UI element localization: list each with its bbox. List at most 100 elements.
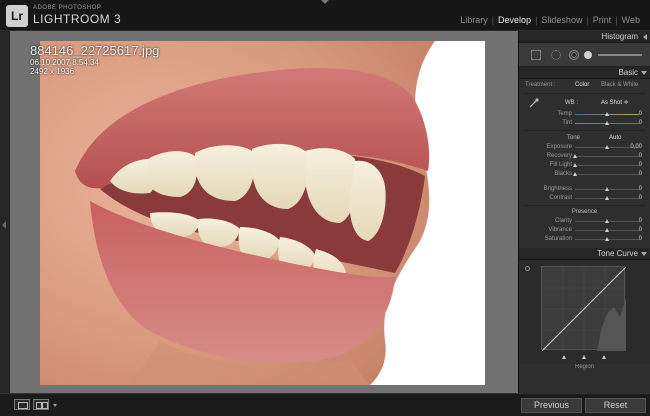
slider-knob[interactable] (605, 228, 609, 232)
wb-label: WB : (565, 100, 578, 106)
slider-knob[interactable] (605, 112, 609, 116)
slider-value[interactable]: 0 (639, 110, 642, 119)
slider-vibrance[interactable]: Vibrance 0 (519, 226, 650, 235)
slider-track[interactable] (575, 156, 639, 157)
slider-label: Clarity (554, 218, 572, 224)
slider-value[interactable]: 0 (639, 226, 642, 235)
slider-tint[interactable]: Tint 0 (519, 119, 650, 128)
slider-label: Contrast (549, 195, 572, 201)
slider-track[interactable] (575, 174, 639, 175)
slider-blacks[interactable]: Blacks 0 (519, 170, 650, 179)
auto-tone-button[interactable]: Auto (609, 133, 621, 143)
mouth-photo (40, 41, 485, 385)
basic-header[interactable]: Basic (519, 67, 650, 79)
loupe-view-button[interactable] (14, 399, 30, 410)
photo-info-overlay: 884146_22725617.jpg 06.10.2007 8:54:34 2… (30, 43, 159, 76)
slider-label: Recovery (546, 153, 572, 159)
slider-temp[interactable]: Temp 0 (519, 110, 650, 119)
slider-value[interactable]: 0 (639, 235, 642, 244)
slider-value[interactable]: 0 (639, 119, 642, 128)
lightroom-logo: Lr (6, 5, 28, 27)
slider-clarity[interactable]: Clarity 0 (519, 217, 650, 226)
slider-knob[interactable] (605, 196, 609, 200)
slider-value[interactable]: 0 (639, 194, 642, 203)
slider-exposure[interactable]: Exposure 0,00 (519, 143, 650, 152)
graduated-filter-icon[interactable] (584, 51, 592, 59)
histogram-collapse-icon[interactable] (643, 34, 647, 40)
slider-value[interactable]: 0 (639, 161, 642, 170)
spot-removal-icon[interactable] (551, 50, 561, 60)
photo-datetime: 06.10.2007 8:54:34 (30, 58, 99, 67)
histogram-header[interactable]: Histogram (519, 31, 650, 43)
brightness-sliders: Brightness 0 Contrast 0 (519, 185, 650, 203)
slider-knob[interactable] (605, 237, 609, 241)
slider-knob[interactable] (605, 121, 609, 125)
tone-curve-collapse-icon[interactable] (641, 252, 647, 256)
eyedropper-icon[interactable] (529, 98, 539, 108)
slider-value[interactable]: 0,00 (630, 143, 642, 152)
slider-recovery[interactable]: Recovery 0 (519, 152, 650, 161)
module-web[interactable]: Web (618, 15, 644, 25)
divider (523, 130, 646, 131)
module-develop[interactable]: Develop (494, 15, 535, 25)
slider-fill-light[interactable]: Fill Light 0 (519, 161, 650, 170)
histogram-title: Histogram (601, 32, 638, 41)
red-eye-icon[interactable] (569, 50, 579, 60)
slider-value[interactable]: 0 (639, 170, 642, 179)
adjustment-brush-icon[interactable] (598, 54, 642, 56)
slider-label: Brightness (543, 186, 572, 192)
basic-collapse-icon[interactable] (641, 71, 647, 75)
slider-knob[interactable] (573, 154, 577, 158)
top-bar: Lr ADOBE PHOTOSHOP LIGHTROOM 3 Library |… (0, 0, 650, 31)
treatment-bw-button[interactable]: Black & White (601, 79, 638, 91)
app-name: LIGHTROOM 3 (33, 12, 122, 26)
curve-split-knob-shadows[interactable] (562, 355, 566, 359)
tone-curve-header[interactable]: Tone Curve (519, 248, 650, 260)
curve-split-knob-midtones[interactable] (582, 355, 586, 359)
slider-label: Temp (557, 111, 572, 117)
region-title: Region (574, 364, 594, 370)
slider-label: Vibrance (548, 227, 572, 233)
curve-split-knob-highlights[interactable] (602, 355, 606, 359)
slider-knob[interactable] (573, 172, 577, 176)
treatment-label: Treatment : (525, 82, 556, 88)
slider-knob[interactable] (605, 145, 609, 149)
tool-strip (519, 43, 650, 67)
slider-value[interactable]: 0 (639, 185, 642, 194)
tone-sliders: Exposure 0,00 Recovery 0 Fill Light 0 Blacks 0 (519, 143, 650, 179)
tone-curve-graph[interactable] (541, 266, 627, 352)
before-after-view-button[interactable] (33, 399, 49, 410)
crop-tool-icon[interactable] (531, 50, 541, 60)
left-panel-collapsed (0, 31, 10, 393)
photo-preview[interactable] (40, 41, 485, 385)
slider-knob[interactable] (605, 187, 609, 191)
expand-left-panel-icon[interactable] (2, 221, 6, 229)
slider-knob[interactable] (573, 163, 577, 167)
target-adjust-icon[interactable] (525, 266, 530, 271)
tone-title: Tone (567, 135, 581, 141)
divider (523, 205, 646, 206)
module-slideshow[interactable]: Slideshow (537, 15, 586, 25)
treatment-color-button[interactable]: Color (575, 79, 589, 91)
slider-label: Exposure (546, 144, 572, 150)
tone-curve-line (541, 266, 627, 352)
slider-label: Blacks (554, 171, 572, 177)
module-picker: Library | Develop | Slideshow | Print | … (456, 15, 644, 25)
previous-button[interactable]: Previous (521, 398, 582, 413)
slider-saturation[interactable]: Saturation 0 (519, 235, 650, 244)
wb-sliders: Temp 0 Tint 0 (519, 110, 650, 128)
slider-contrast[interactable]: Contrast 0 (519, 194, 650, 203)
collapse-top-panel-icon[interactable] (321, 0, 329, 4)
slider-brightness[interactable]: Brightness 0 (519, 185, 650, 194)
tone-curve-title: Tone Curve (597, 249, 638, 258)
view-options-dropdown-icon[interactable] (53, 404, 57, 407)
slider-track[interactable] (575, 165, 639, 166)
reset-button[interactable]: Reset (585, 398, 646, 413)
presence-title: Presence (571, 209, 598, 215)
wb-select[interactable]: As Shot ≑ (601, 96, 629, 110)
module-library[interactable]: Library (456, 15, 492, 25)
slider-value[interactable]: 0 (639, 152, 642, 161)
module-print[interactable]: Print (589, 15, 616, 25)
slider-knob[interactable] (605, 219, 609, 223)
slider-value[interactable]: 0 (639, 217, 642, 226)
